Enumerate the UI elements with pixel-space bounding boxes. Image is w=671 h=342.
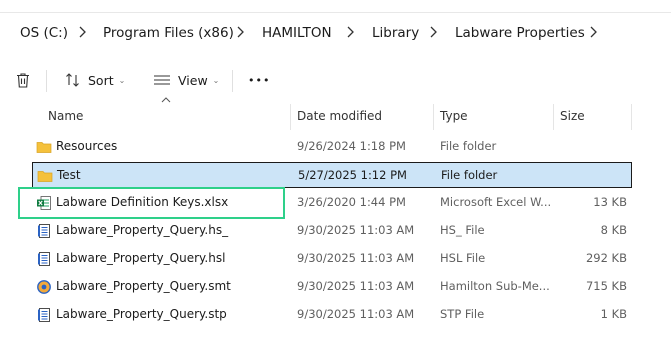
trash-icon (17, 73, 29, 88)
toolbar-divider (232, 70, 233, 92)
file-type: Microsoft Excel W... (440, 195, 550, 209)
column-separator[interactable] (290, 104, 291, 130)
column-separator[interactable] (553, 104, 554, 130)
sort-label: Sort (88, 72, 114, 88)
breadcrumb-program-files[interactable]: Program Files (x86) (103, 25, 234, 41)
document-icon (38, 224, 50, 238)
file-name: Labware_Property_Query.smt (56, 279, 231, 293)
address-bar[interactable]: OS (C:) Program Files (x86) HAMILTON Lib… (0, 12, 671, 52)
file-name: Resources (56, 139, 118, 153)
file-size: 8 KB (600, 223, 627, 237)
hamilton-submethod-icon (37, 280, 51, 294)
sort-arrows-icon (66, 73, 79, 87)
file-name: Labware_Property_Query.stp (56, 307, 227, 321)
toolbar-divider (46, 70, 47, 92)
file-size: 715 KB (585, 279, 627, 293)
column-date-modified[interactable]: Date modified (297, 109, 382, 123)
column-type[interactable]: Type (440, 109, 468, 123)
highlight-box (18, 187, 285, 219)
sort-ascending-icon (161, 97, 171, 103)
breadcrumb-hamilton[interactable]: HAMILTON (262, 25, 332, 41)
file-type: Hamilton Sub-Me... (440, 279, 550, 293)
sort-button[interactable]: Sort ⌄ (64, 66, 125, 94)
chevron-right-icon[interactable] (586, 23, 600, 41)
file-row[interactable]: Labware_Property_Query.smt 9/30/2025 11:… (32, 274, 632, 300)
chevron-down-icon: ⌄ (212, 75, 220, 85)
view-button[interactable]: View ⌄ (152, 66, 219, 94)
file-date: 9/30/2025 11:03 AM (297, 223, 415, 237)
folder-icon (36, 142, 52, 153)
file-size: 13 KB (593, 195, 627, 209)
file-row[interactable]: Labware_Property_Query.hs_ 9/30/2025 11:… (32, 218, 632, 244)
file-list: Name Date modified Type Size Resources 9… (18, 97, 671, 342)
list-view-icon (154, 75, 170, 85)
chevron-right-icon[interactable] (426, 23, 440, 41)
file-date: 9/30/2025 11:03 AM (297, 251, 415, 265)
file-type: STP File (440, 307, 485, 321)
file-type: HSL File (440, 251, 486, 265)
column-size[interactable]: Size (560, 109, 585, 123)
file-name: Labware_Property_Query.hsl (56, 251, 226, 265)
file-date: 3/26/2020 1:44 PM (297, 195, 406, 209)
file-date: 9/30/2025 11:03 AM (297, 279, 415, 293)
folder-icon (37, 171, 53, 182)
file-row[interactable]: Resources 9/26/2024 1:18 PM File folder (32, 134, 632, 160)
view-label: View (178, 72, 208, 88)
file-size: 1 KB (600, 307, 627, 321)
file-size: 292 KB (585, 251, 627, 265)
file-date: 9/30/2025 11:03 AM (297, 307, 415, 321)
breadcrumb-labware-properties[interactable]: Labware Properties (455, 25, 585, 41)
more-options-button[interactable]: ••• (248, 66, 270, 94)
column-name[interactable]: Name (48, 109, 83, 123)
column-headers: Name Date modified Type Size (18, 104, 671, 130)
file-row[interactable]: Labware_Property_Query.hsl 9/30/2025 11:… (32, 246, 632, 272)
file-date: 9/26/2024 1:18 PM (297, 139, 406, 153)
more-icon: ••• (248, 73, 271, 87)
column-separator[interactable] (631, 104, 632, 130)
file-name: Test (57, 168, 81, 182)
file-row-selected[interactable]: Test 5/27/2025 1:12 PM File folder (32, 162, 632, 188)
file-type: File folder (441, 168, 498, 182)
file-row[interactable]: Labware_Property_Query.stp 9/30/2025 11:… (32, 302, 632, 328)
file-type: File folder (440, 139, 497, 153)
chevron-right-icon[interactable] (233, 23, 247, 41)
chevron-down-icon: ⌄ (118, 75, 126, 85)
chevron-right-icon[interactable] (343, 23, 357, 41)
file-type: HS_ File (440, 223, 485, 237)
file-name: Labware_Property_Query.hs_ (56, 223, 229, 237)
file-date: 5/27/2025 1:12 PM (298, 168, 407, 182)
delete-button[interactable] (14, 66, 32, 94)
document-icon (38, 252, 50, 266)
command-bar: Sort ⌄ View ⌄ ••• (0, 56, 671, 104)
breadcrumb-os-c[interactable]: OS (C:) (20, 25, 68, 41)
document-icon (38, 308, 50, 322)
chevron-right-icon[interactable] (75, 23, 89, 41)
column-separator[interactable] (433, 104, 434, 130)
breadcrumb-library[interactable]: Library (372, 25, 419, 41)
